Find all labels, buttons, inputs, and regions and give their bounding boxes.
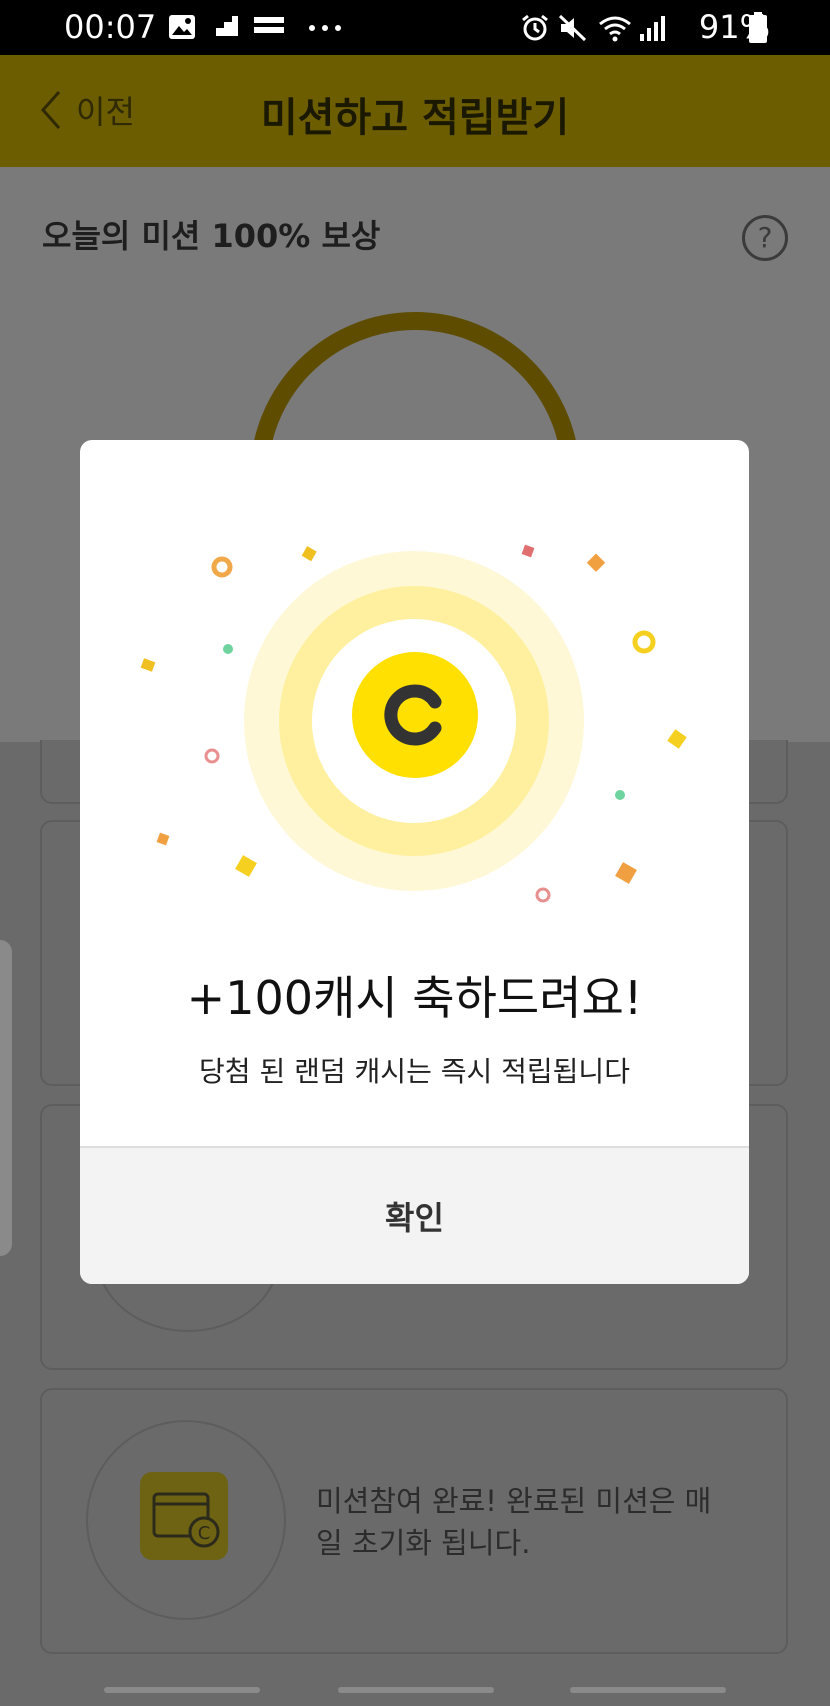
- confirm-button[interactable]: 확인: [80, 1148, 749, 1284]
- dialog-title: +100캐시 축하드려요!: [186, 971, 643, 1025]
- status-time: 00:07: [64, 8, 157, 46]
- nav-indicator: [104, 1687, 260, 1693]
- nav-indicator: [570, 1687, 726, 1693]
- more-dots-icon: [309, 25, 341, 31]
- dialog-footer: 확인: [80, 1146, 749, 1284]
- svg-text:C: C: [198, 1523, 211, 1544]
- status-bar: 00:07 91%: [0, 0, 830, 55]
- mute-icon: [558, 14, 587, 42]
- reward-dialog: +100캐시 축하드려요! 당첨 된 랜덤 캐시는 즉시 적립됩니다 확인: [80, 440, 749, 1284]
- signal-icon: [640, 16, 665, 41]
- dialog-subtitle: 당첨 된 랜덤 캐시는 즉시 적립됩니다: [199, 1055, 630, 1088]
- cashfeed-icon: [254, 17, 284, 33]
- cashfeed-stairs-icon: [216, 16, 238, 36]
- reward-title: 오늘의 미션 100% 보상: [42, 217, 381, 255]
- wifi-icon: [599, 16, 631, 42]
- mission-complete-text: 미션참여 완료! 완료된 미션은 매일 초기화 됩니다.: [316, 1484, 712, 1560]
- alarm-icon: [522, 14, 548, 41]
- nav-indicator: [338, 1687, 494, 1693]
- help-icon[interactable]: ?: [742, 215, 788, 261]
- wallet-coin-icon: C: [140, 1472, 228, 1560]
- gallery-icon: [169, 15, 195, 39]
- app-header: 이전 미션하고 적립받기: [0, 55, 830, 167]
- edge-panel-handle[interactable]: [0, 940, 12, 1256]
- page-title: 미션하고 적립받기: [260, 95, 570, 141]
- battery-icon: [749, 12, 767, 43]
- cash-coin-icon: [352, 652, 478, 778]
